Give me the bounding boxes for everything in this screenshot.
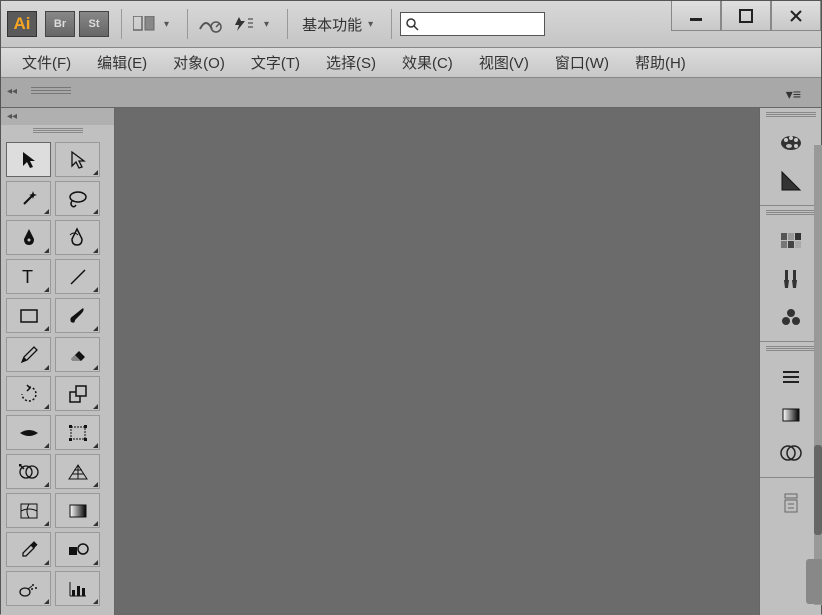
- gradient-panel-icon[interactable]: [768, 397, 814, 432]
- tool-direct-selection[interactable]: [55, 142, 100, 177]
- tools-panel: ◂◂ T: [1, 108, 115, 615]
- search-input[interactable]: [400, 12, 545, 36]
- panel-grip[interactable]: [760, 346, 821, 356]
- color-guide-panel-icon[interactable]: [768, 163, 814, 198]
- tool-rectangle[interactable]: [6, 298, 51, 333]
- brushes-panel-icon[interactable]: [768, 261, 814, 296]
- menu-help[interactable]: 帮助(H): [622, 48, 699, 77]
- arrange-dropdown-icon[interactable]: ▾: [164, 19, 169, 30]
- menu-view[interactable]: 视图(V): [466, 48, 542, 77]
- close-button[interactable]: [771, 1, 821, 31]
- stock-button[interactable]: St: [79, 11, 109, 37]
- separator: [391, 9, 392, 39]
- tool-blend[interactable]: [55, 532, 100, 567]
- tool-curvature[interactable]: [55, 220, 100, 255]
- maximize-button[interactable]: [721, 1, 771, 31]
- panel-grip[interactable]: [760, 112, 821, 122]
- tool-selection[interactable]: [6, 142, 51, 177]
- tool-paintbrush[interactable]: [55, 298, 100, 333]
- minimize-button[interactable]: [671, 1, 721, 31]
- control-grip[interactable]: [31, 87, 71, 97]
- tool-free-transform[interactable]: [55, 415, 100, 450]
- tool-type[interactable]: T: [6, 259, 51, 294]
- appearance-panel-icon[interactable]: [768, 485, 814, 520]
- separator: [187, 9, 188, 39]
- separator: [287, 9, 288, 39]
- app-logo: Ai: [7, 11, 37, 37]
- collapse-control-icon[interactable]: ◂◂: [7, 86, 17, 97]
- tool-pencil[interactable]: [6, 337, 51, 372]
- tool-width[interactable]: [6, 415, 51, 450]
- swatches-panel-icon[interactable]: [768, 223, 814, 258]
- search-icon: [405, 17, 419, 31]
- menu-window[interactable]: 窗口(W): [542, 48, 622, 77]
- prefs-dropdown-icon[interactable]: ▾: [264, 19, 269, 30]
- arrange-documents-icon[interactable]: [130, 12, 158, 36]
- separator: [121, 9, 122, 39]
- stroke-panel-icon[interactable]: [768, 359, 814, 394]
- workspace-switcher[interactable]: 基本功能: [302, 14, 362, 35]
- color-panel-icon[interactable]: [768, 125, 814, 160]
- canvas[interactable]: [115, 108, 759, 615]
- bridge-button[interactable]: Br: [45, 11, 75, 37]
- panel-grip[interactable]: [760, 210, 821, 220]
- tool-gradient[interactable]: [55, 493, 100, 528]
- tool-eyedropper[interactable]: [6, 532, 51, 567]
- menu-object[interactable]: 对象(O): [160, 48, 238, 77]
- tool-shape-builder[interactable]: [6, 454, 51, 489]
- preferences-icon[interactable]: [230, 12, 258, 36]
- transparency-panel-icon[interactable]: [768, 435, 814, 470]
- tool-lasso[interactable]: [55, 181, 100, 216]
- window-controls: [671, 1, 821, 31]
- menu-file[interactable]: 文件(F): [9, 48, 84, 77]
- symbols-panel-icon[interactable]: [768, 299, 814, 334]
- menubar: 文件(F) 编辑(E) 对象(O) 文字(T) 选择(S) 效果(C) 视图(V…: [1, 48, 821, 78]
- control-menu-icon[interactable]: ▾≡: [786, 86, 801, 103]
- tool-scale[interactable]: [55, 376, 100, 411]
- titlebar: Ai Br St ▾ ▾ 基本功能 ▾: [1, 1, 821, 48]
- scrollbar-thumb[interactable]: [814, 445, 822, 535]
- tool-line-segment[interactable]: [55, 259, 100, 294]
- menu-effect[interactable]: 效果(C): [389, 48, 466, 77]
- tools-grip[interactable]: [1, 125, 114, 137]
- gpu-preview-icon[interactable]: [196, 12, 224, 36]
- menu-edit[interactable]: 编辑(E): [84, 48, 160, 77]
- menu-select[interactable]: 选择(S): [313, 48, 389, 77]
- tool-perspective-grid[interactable]: [55, 454, 100, 489]
- right-panel-dock: [759, 108, 821, 615]
- menu-type[interactable]: 文字(T): [238, 48, 313, 77]
- side-tab[interactable]: [806, 559, 822, 604]
- tools-grid: T: [1, 137, 114, 611]
- control-bar: ◂◂ ▾≡: [1, 78, 821, 108]
- workspace: ◂◂ T: [1, 108, 821, 615]
- tool-eraser[interactable]: [55, 337, 100, 372]
- tools-collapse-icon[interactable]: ◂◂: [1, 108, 114, 125]
- tool-magic-wand[interactable]: [6, 181, 51, 216]
- svg-text:T: T: [22, 268, 33, 286]
- right-scrollbar[interactable]: [814, 145, 822, 605]
- tool-rotate[interactable]: [6, 376, 51, 411]
- tool-column-graph[interactable]: [55, 571, 100, 606]
- tool-symbol-sprayer[interactable]: [6, 571, 51, 606]
- workspace-dropdown-icon[interactable]: ▾: [368, 19, 373, 30]
- tool-pen[interactable]: [6, 220, 51, 255]
- tool-mesh[interactable]: [6, 493, 51, 528]
